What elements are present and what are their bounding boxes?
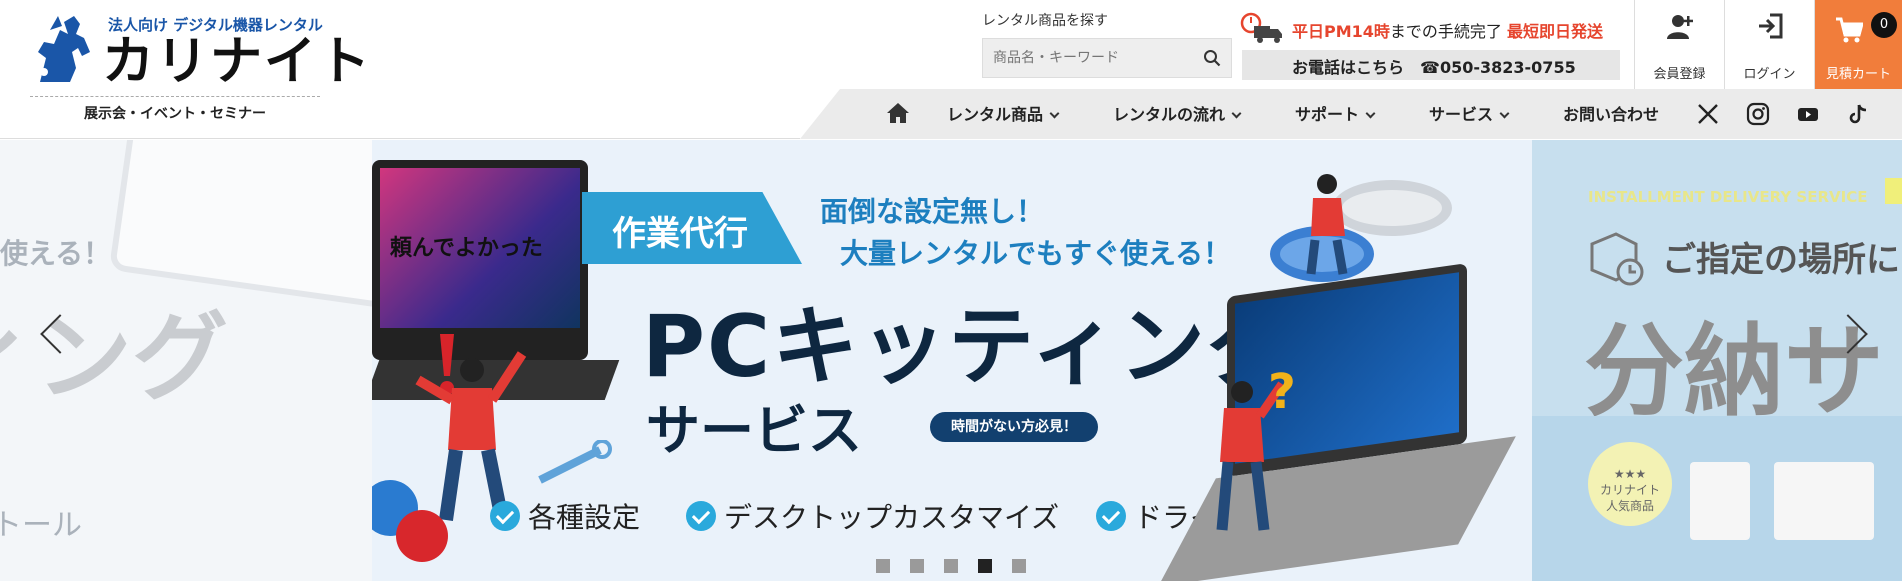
site-header: 法人向け デジタル機器レンタル カリナイト 展示会・イベント・セミナー レンタル…: [0, 0, 1902, 139]
slide-title-2: サービス: [646, 399, 862, 462]
feature-item: デスクトップカスタマイズ: [686, 496, 1059, 536]
badge-line1: カリナイト: [1599, 483, 1660, 497]
login-label: ログイン: [1743, 67, 1796, 82]
product-card-ipad[interactable]: [1690, 462, 1750, 540]
site-logo[interactable]: 法人向け デジタル機器レンタル カリナイト 展示会・イベント・セミナー: [30, 12, 370, 123]
search-icon[interactable]: [1203, 49, 1221, 67]
slide-prev-text-top: 使える！: [0, 237, 112, 270]
ribbon-text: 作業代行: [612, 214, 748, 254]
delivery-box-clock-icon: [1590, 232, 1644, 286]
shipping-speed: 最短即日発送: [1507, 22, 1604, 41]
popular-items-badge: ★★★ カリナイト 人気商品: [1588, 442, 1672, 526]
nav-services[interactable]: サービス: [1429, 101, 1510, 125]
feature-item: 各種設定: [490, 496, 640, 536]
check-icon: [490, 501, 520, 531]
chevron-down-icon: [1231, 108, 1242, 119]
slide-subtitle-2: 大量レンタルでもすぐ使える！: [840, 237, 1232, 270]
slider-dot[interactable]: [978, 559, 992, 573]
slider-dot[interactable]: [1012, 559, 1026, 573]
check-icon: [1096, 501, 1126, 531]
slide-current[interactable]: 頼んでよかった 作業代行 面倒な設定無し！ 大量レンタルでもすぐ使える！ PCキ…: [372, 140, 1532, 581]
nav-support[interactable]: サポート: [1295, 101, 1376, 125]
cart-button[interactable]: 0 見積カート: [1814, 0, 1902, 89]
slider-dot[interactable]: [910, 559, 924, 573]
check-icon: [686, 501, 716, 531]
chevron-down-icon: [1049, 108, 1060, 119]
cart-label: 見積カート: [1825, 67, 1891, 82]
nav-contact[interactable]: お問い合わせ: [1563, 101, 1659, 125]
chevron-down-icon: [1365, 108, 1376, 119]
page: 法人向け デジタル機器レンタル カリナイト 展示会・イベント・セミナー レンタル…: [0, 0, 1902, 581]
slide-next[interactable]: INSTALLMENT DELIVERY SERVICE ご指定の場所に 分納サ…: [1532, 140, 1902, 581]
wrench-icon: [538, 440, 612, 484]
cart-icon: [1836, 17, 1863, 43]
x-icon[interactable]: [1696, 102, 1720, 126]
slide-next-eyebrow: INSTALLMENT DELIVERY SERVICE: [1588, 188, 1868, 206]
slide-prev-text-big: ィング: [0, 302, 228, 414]
shipping-cutoff: 平日PM14時: [1292, 22, 1390, 41]
home-icon[interactable]: [886, 102, 910, 124]
worried-person-top-illustration: [1306, 174, 1348, 275]
cart-count-badge: 0: [1871, 12, 1897, 38]
search-label: レンタル商品を探す: [982, 13, 1108, 29]
login-button[interactable]: ログイン: [1724, 0, 1814, 89]
login-icon: [1759, 13, 1783, 39]
nav-diagonal-edge: [800, 89, 840, 139]
slide-next-yellow-tab: [1885, 178, 1902, 204]
laptop-left-image: 頼んでよかった: [372, 160, 620, 400]
search-form: [982, 38, 1232, 78]
phone-number: ☎050-3823-0755: [1420, 58, 1576, 77]
search-input[interactable]: [983, 39, 1193, 77]
slide-prev-text-bottom: トール: [0, 508, 82, 543]
phone-label: お電話はこちら: [1292, 58, 1405, 77]
shipping-notice: 平日PM14時までの手続完了 最短即日発送: [1240, 12, 1620, 46]
laptop-screen-text: 頼んでよかった: [390, 236, 543, 261]
logo-subtitle: 展示会・イベント・セミナー: [30, 96, 320, 123]
hero-slider[interactable]: 使える！ ィング トール 頼んでよかった 作業代行 面倒な設定無し！ 大量レンタ…: [0, 140, 1902, 581]
question-mark-icon: ?: [1268, 364, 1296, 420]
knight-logo-icon: [38, 16, 90, 82]
main-nav: レンタル商品 レンタルの流れ サポート サービス お問い合わせ: [800, 89, 1902, 139]
tiktok-icon[interactable]: [1846, 102, 1870, 126]
slide-subtitle-1: 面倒な設定無し！: [820, 195, 1045, 228]
delivery-truck-icon: [1240, 12, 1282, 43]
slide-next-big-text: 分納サ: [1584, 313, 1884, 430]
user-add-icon: [1667, 15, 1693, 39]
badge-stars: ★★★: [1613, 467, 1647, 481]
slide-next-line1: ご指定の場所に: [1662, 240, 1900, 280]
slider-dot[interactable]: [876, 559, 890, 573]
slide-previous[interactable]: 使える！ ィング トール: [0, 140, 372, 581]
youtube-icon[interactable]: [1796, 102, 1820, 126]
product-card-laptop[interactable]: [1774, 462, 1874, 540]
logo-name: カリナイト: [102, 32, 373, 92]
chevron-down-icon: [1499, 108, 1510, 119]
instagram-icon[interactable]: [1746, 102, 1770, 126]
badge-line2: 人気商品: [1605, 499, 1654, 513]
register-label: 会員登録: [1653, 67, 1706, 82]
slide-pill-badge: 時間がない方必見！: [930, 412, 1098, 442]
gear-icon: [396, 510, 448, 562]
register-button[interactable]: 会員登録: [1634, 0, 1724, 89]
nav-rental-products[interactable]: レンタル商品: [947, 101, 1060, 125]
slider-dot[interactable]: [944, 559, 958, 573]
shipping-condition: までの手続完了: [1389, 22, 1502, 41]
nav-rental-flow[interactable]: レンタルの流れ: [1113, 101, 1242, 125]
phone-contact[interactable]: お電話はこちら ☎050-3823-0755: [1242, 50, 1620, 80]
